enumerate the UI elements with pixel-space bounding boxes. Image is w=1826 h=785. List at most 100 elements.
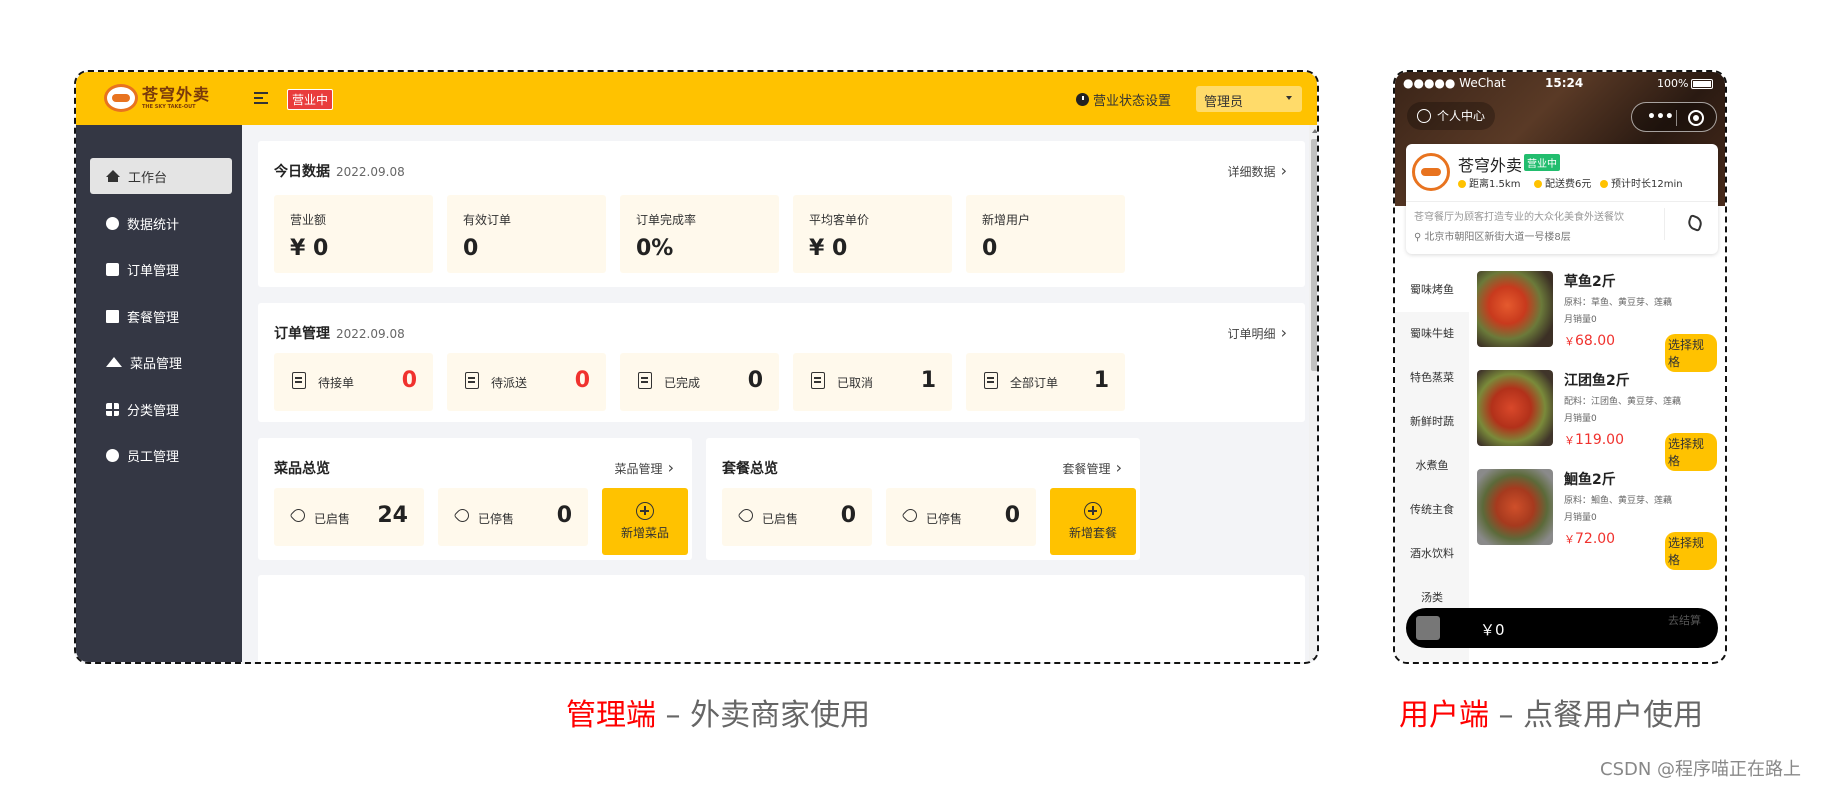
menu-toggle-icon[interactable] <box>254 92 268 104</box>
logo-text-en: THE SKY TAKE-OUT <box>142 103 196 110</box>
sidebar-item-workbench[interactable]: 工作台 <box>90 158 232 194</box>
dish-name: 江团鱼2斤 <box>1564 373 1630 389</box>
sidebar-item-label: 员工管理 <box>127 449 180 465</box>
info-icon <box>106 448 119 462</box>
sidebar-item-label: 工作台 <box>128 170 168 186</box>
dish-cover-icon <box>106 357 122 367</box>
category-item[interactable]: 酒水饮料 <box>1395 532 1469 576</box>
tag-off-icon <box>901 506 920 525</box>
order-pending-delivery[interactable]: 待派送 0 <box>447 353 606 411</box>
order-cancelled[interactable]: 已取消 1 <box>793 353 952 411</box>
user-caption: 用户端 – 点餐用户使用 <box>1399 690 1703 734</box>
dish-ingredients: 配料：江团鱼、黄豆芽、莲藕 <box>1564 397 1682 407</box>
dish-item[interactable]: 江团鱼2斤 配料：江团鱼、黄豆芽、莲藕 月销量0 ￥119.00 选择规格 <box>1477 370 1717 471</box>
dish-management-link[interactable]: 菜品管理 <box>615 458 675 477</box>
shop-delivery-fee: 配送费6元 <box>1534 175 1591 190</box>
content-scrollbar[interactable] <box>1309 125 1317 662</box>
order-all[interactable]: 全部订单 1 <box>966 353 1125 411</box>
stat-valid-orders: 有效订单 0 <box>447 195 606 273</box>
order-cancel-icon <box>811 372 825 389</box>
sidebar: 工作台 数据统计 订单管理 套餐管理 菜品管理 分类管理 员工管理 <box>76 125 242 662</box>
shop-description: 苍穹餐厅为顾客打造专业的大众化美食外送餐饮 <box>1414 212 1624 223</box>
sidebar-item-orders[interactable]: 订单管理 <box>90 251 232 287</box>
sidebar-item-label: 订单管理 <box>127 263 180 279</box>
logo-text-cn: 苍穹外卖 <box>142 84 211 104</box>
next-card <box>258 575 1305 662</box>
personal-center-label: 个人中心 <box>1437 109 1486 123</box>
dish-overview-card: 菜品总览 菜品管理 已启售24 已停售0 新增菜品 <box>258 438 692 560</box>
order-pending-accept[interactable]: 待接单 0 <box>274 353 433 411</box>
tag-off-icon <box>453 506 472 525</box>
stat-completion-rate: 订单完成率 0% <box>620 195 779 273</box>
personal-center-button[interactable]: 个人中心 <box>1407 102 1496 130</box>
dish-item[interactable]: 鮰鱼2斤 原料：鮰鱼、黄豆芽、莲藕 月销量0 ￥72.00 选择规格 <box>1477 469 1717 570</box>
dish-image <box>1477 370 1553 446</box>
dish-price: ￥68.00 <box>1564 333 1616 349</box>
tag-icon <box>289 506 308 525</box>
user-dropdown[interactable]: 管理员 <box>1196 86 1302 112</box>
cart-bar[interactable]: ￥0 去结算 <box>1406 608 1718 648</box>
admin-topbar: 苍穹外卖 THE SKY TAKE-OUT 营业中 营业状态设置 管理员 <box>76 72 1317 125</box>
dish-name: 草鱼2斤 <box>1564 274 1616 290</box>
battery-label: 100% <box>1657 77 1689 90</box>
category-item[interactable]: 蜀味牛蛙 <box>1395 312 1469 356</box>
plus-circle-icon <box>1084 502 1102 520</box>
phone-call-icon[interactable] <box>1686 214 1704 232</box>
close-target-icon[interactable] <box>1688 110 1704 126</box>
sidebar-item-employees[interactable]: 员工管理 <box>90 437 232 473</box>
select-spec-button[interactable]: 选择规格 <box>1665 334 1717 372</box>
sidebar-item-categories[interactable]: 分类管理 <box>90 391 232 427</box>
sidebar-item-statistics[interactable]: 数据统计 <box>90 205 232 241</box>
select-spec-button[interactable]: 选择规格 <box>1665 433 1717 471</box>
category-item[interactable]: 水煮鱼 <box>1395 444 1469 488</box>
dish-price: ￥72.00 <box>1564 531 1616 547</box>
cart-bag-icon[interactable] <box>1416 616 1440 640</box>
main-content: 今日数据2022.09.08 详细数据 营业额¥ 0 有效订单0 订单完成率0%… <box>242 125 1317 662</box>
time-dot-icon <box>1600 180 1608 188</box>
category-item[interactable]: 传统主食 <box>1395 488 1469 532</box>
order-management-card: 订单管理2022.09.08 订单明细 待接单0 待派送0 已完成0 已取消1 … <box>258 303 1305 422</box>
dish-ingredients: 原料：鮰鱼、黄豆芽、莲藕 <box>1564 496 1673 506</box>
card-date: 2022.09.08 <box>336 165 405 179</box>
sidebar-item-dishes[interactable]: 菜品管理 <box>90 344 232 380</box>
more-icon[interactable]: ••• <box>1647 110 1674 124</box>
tag-icon <box>737 506 756 525</box>
user-caption-highlight: 用户端 <box>1399 698 1489 733</box>
clock-label: 15:24 <box>1545 76 1584 90</box>
dish-item[interactable]: 草鱼2斤 原料：草鱼、黄豆芽、莲藕 月销量0 ￥68.00 选择规格 <box>1477 271 1717 372</box>
brand-logo[interactable]: 苍穹外卖 THE SKY TAKE-OUT <box>104 84 210 112</box>
scroll-up-icon[interactable] <box>1312 129 1317 133</box>
store-status-setting-button[interactable]: 营业状态设置 <box>1076 90 1171 109</box>
mini-program-capsule[interactable]: ••• <box>1631 102 1717 132</box>
order-detail-link[interactable]: 订单明细 <box>1228 323 1288 342</box>
mobile-app-window: ●●●●● WeChat 15:24 100% 个人中心 ••• 苍穹外卖 营业… <box>1393 70 1727 664</box>
card-title: 今日数据 2022.09.08 <box>274 164 405 180</box>
scrollbar-thumb[interactable] <box>1311 139 1317 371</box>
scroll-down-icon[interactable] <box>1312 658 1317 662</box>
order-completed[interactable]: 已完成 0 <box>620 353 779 411</box>
checkout-button[interactable]: 去结算 <box>1668 612 1701 628</box>
admin-caption-highlight: 管理端 <box>566 698 656 733</box>
admin-window: 苍穹外卖 THE SKY TAKE-OUT 营业中 营业状态设置 管理员 工作台… <box>74 70 1319 664</box>
setmeal-management-link[interactable]: 套餐管理 <box>1063 458 1123 477</box>
detail-data-link[interactable]: 详细数据 <box>1228 161 1288 180</box>
add-dish-button[interactable]: 新增菜品 <box>602 488 688 555</box>
category-item[interactable]: 蜀味烤鱼 <box>1395 268 1469 312</box>
dish-monthly-sales: 月销量0 <box>1564 414 1597 424</box>
add-setmeal-button[interactable]: 新增套餐 <box>1050 488 1136 555</box>
sidebar-item-setmeals[interactable]: 套餐管理 <box>90 298 232 334</box>
shop-address: 北京市朝阳区新街大道一号楼8层 <box>1414 228 1570 243</box>
card-title: 订单管理 2022.09.08 <box>274 326 405 342</box>
dish-image <box>1477 271 1553 347</box>
dish-name: 鮰鱼2斤 <box>1564 472 1616 488</box>
category-item[interactable]: 特色蒸菜 <box>1395 356 1469 400</box>
select-spec-button[interactable]: 选择规格 <box>1665 532 1717 570</box>
shop-name: 苍穹外卖 <box>1458 156 1523 175</box>
today-data-card: 今日数据2022.09.08 详细数据 营业额¥ 0 有效订单0 订单完成率0%… <box>258 141 1305 287</box>
location-dot-icon <box>1458 180 1466 188</box>
setmeal-overview-card: 套餐总览 套餐管理 已启售0 已停售0 新增套餐 <box>706 438 1140 560</box>
stat-avg-price: 平均客单价 ¥ 0 <box>793 195 952 273</box>
grid-icon <box>106 402 119 416</box>
category-item[interactable]: 新鲜时蔬 <box>1395 400 1469 444</box>
shop-logo <box>1412 153 1450 191</box>
